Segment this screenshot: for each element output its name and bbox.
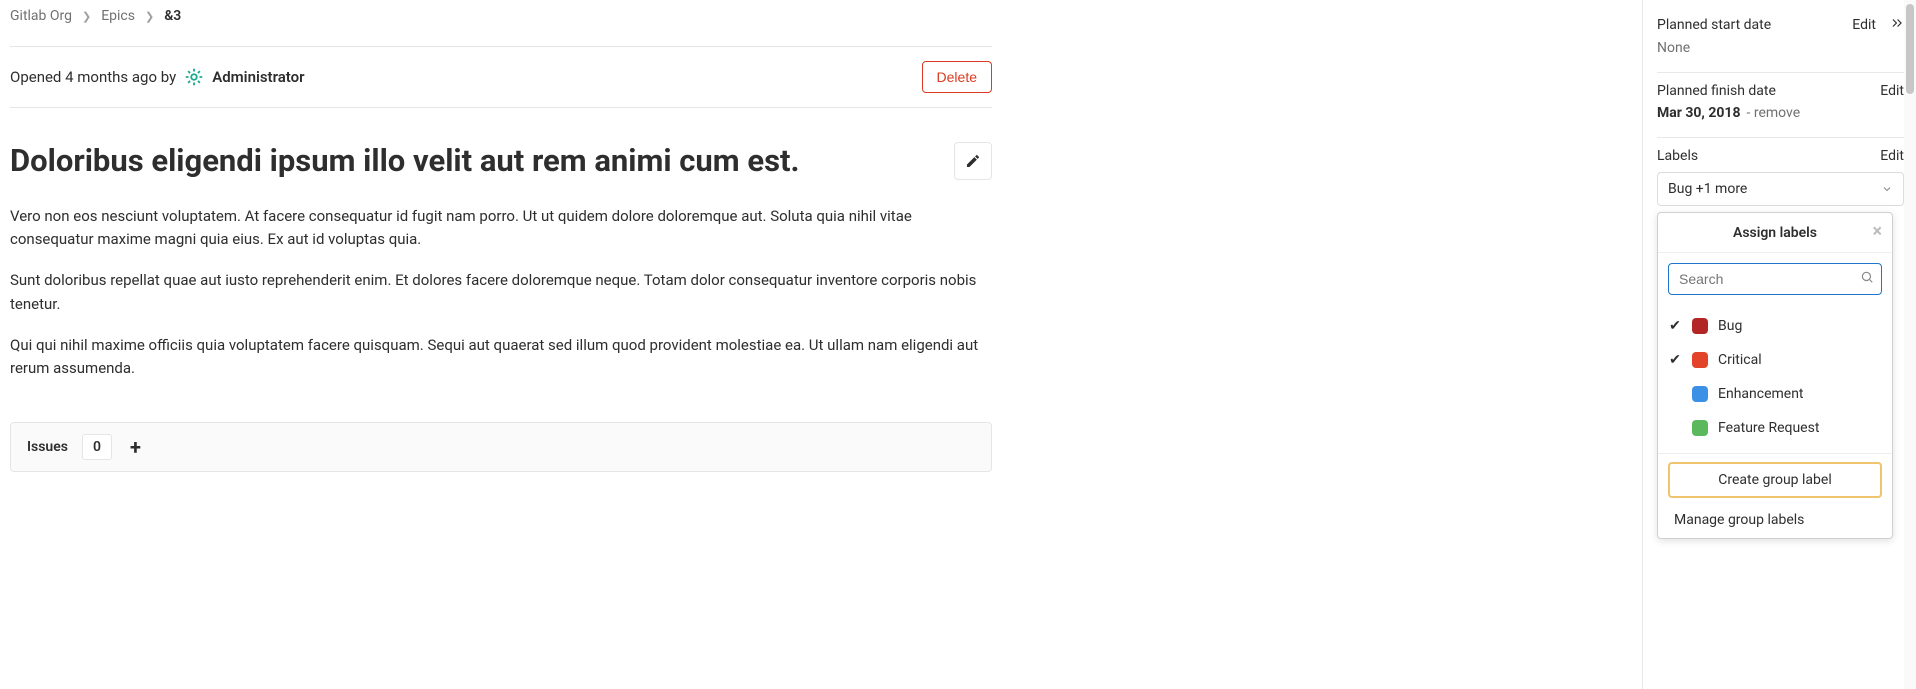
- edit-title-button[interactable]: [954, 142, 992, 180]
- edit-finish-date[interactable]: Edit: [1880, 83, 1904, 99]
- dropdown-title: Assign labels: [1733, 225, 1817, 241]
- sidebar: Planned start date Edit None Planned fin…: [1642, 0, 1904, 689]
- label-search-input[interactable]: [1668, 263, 1882, 295]
- issues-count: 0: [82, 434, 112, 460]
- epic-meta-row: Opened 4 months ago by Administrator Del…: [10, 47, 992, 108]
- title-row: Doloribus eligendi ipsum illo velit aut …: [10, 142, 992, 181]
- label-text: Feature Request: [1718, 420, 1819, 436]
- label-option-feature-request[interactable]: Feature Request: [1668, 411, 1882, 445]
- chevron-right-icon: ❯: [145, 10, 154, 23]
- delete-button[interactable]: Delete: [922, 61, 992, 93]
- planned-start-section: Planned start date Edit None: [1657, 6, 1904, 73]
- assign-labels-dropdown: Assign labels × ✔ Bug ✔: [1657, 212, 1893, 539]
- issues-label: Issues: [27, 439, 68, 455]
- labels-section: Labels Edit Bug +1 more Assign labels ×: [1657, 138, 1904, 555]
- scrollbar-thumb[interactable]: [1906, 4, 1914, 94]
- color-swatch: [1692, 318, 1708, 334]
- author-name[interactable]: Administrator: [212, 68, 304, 86]
- scrollbar[interactable]: [1904, 0, 1916, 689]
- label-text: Enhancement: [1718, 386, 1804, 402]
- label-option-critical[interactable]: ✔ Critical: [1668, 343, 1882, 377]
- dropdown-footer: Create group label Manage group labels: [1658, 453, 1892, 532]
- check-icon: ✔: [1668, 352, 1682, 368]
- chevron-right-icon: ❯: [82, 10, 91, 23]
- check-icon: ✔: [1668, 318, 1682, 334]
- labels-select[interactable]: Bug +1 more: [1657, 172, 1904, 206]
- opened-info: Opened 4 months ago by Administrator: [10, 65, 305, 89]
- color-swatch: [1692, 352, 1708, 368]
- labels-title: Labels: [1657, 148, 1698, 164]
- chevron-down-icon: [1881, 183, 1893, 195]
- planned-start-value: None: [1657, 40, 1690, 56]
- color-swatch: [1692, 386, 1708, 402]
- remove-finish-date[interactable]: - remove: [1746, 105, 1800, 121]
- label-option-bug[interactable]: ✔ Bug: [1668, 309, 1882, 343]
- main-content: Gitlab Org ❯ Epics ❯ &3 Opened 4 months …: [10, 8, 992, 472]
- edit-start-date[interactable]: Edit: [1852, 17, 1876, 33]
- collapse-sidebar-icon[interactable]: [1890, 16, 1904, 34]
- planned-finish-value: Mar 30, 2018: [1657, 105, 1740, 121]
- pencil-icon: [965, 153, 981, 169]
- description-paragraph: Qui qui nihil maxime officiis quia volup…: [10, 334, 992, 381]
- label-option-enhancement[interactable]: Enhancement: [1668, 377, 1882, 411]
- planned-finish-section: Planned finish date Edit Mar 30, 2018 - …: [1657, 73, 1904, 138]
- description-paragraph: Vero non eos nesciunt voluptatem. At fac…: [10, 205, 992, 252]
- search-icon: [1860, 270, 1874, 288]
- label-list: ✔ Bug ✔ Critical Enhancement F: [1658, 305, 1892, 453]
- planned-finish-label: Planned finish date: [1657, 83, 1776, 99]
- manage-group-labels-link[interactable]: Manage group labels: [1668, 506, 1882, 530]
- description-paragraph: Sunt doloribus repellat quae aut iusto r…: [10, 269, 992, 316]
- label-text: Bug: [1718, 318, 1742, 334]
- label-text: Critical: [1718, 352, 1762, 368]
- breadcrumb-root[interactable]: Gitlab Org: [10, 8, 72, 24]
- epic-title: Doloribus eligendi ipsum illo velit aut …: [10, 142, 799, 181]
- opened-text: Opened 4 months ago by: [10, 68, 176, 86]
- avatar: [182, 65, 206, 89]
- breadcrumb-section[interactable]: Epics: [101, 8, 135, 24]
- planned-start-label: Planned start date: [1657, 17, 1771, 33]
- labels-summary: Bug +1 more: [1668, 181, 1747, 197]
- issues-panel: Issues 0 +: [10, 422, 992, 472]
- dropdown-header: Assign labels ×: [1658, 213, 1892, 253]
- breadcrumb-current: &3: [164, 8, 181, 24]
- breadcrumb: Gitlab Org ❯ Epics ❯ &3: [10, 8, 992, 47]
- epic-description: Vero non eos nesciunt voluptatem. At fac…: [10, 205, 992, 381]
- create-group-label-button[interactable]: Create group label: [1668, 462, 1882, 498]
- edit-labels[interactable]: Edit: [1880, 148, 1904, 164]
- add-issue-button[interactable]: +: [126, 435, 145, 459]
- close-icon[interactable]: ×: [1872, 223, 1882, 241]
- color-swatch: [1692, 420, 1708, 436]
